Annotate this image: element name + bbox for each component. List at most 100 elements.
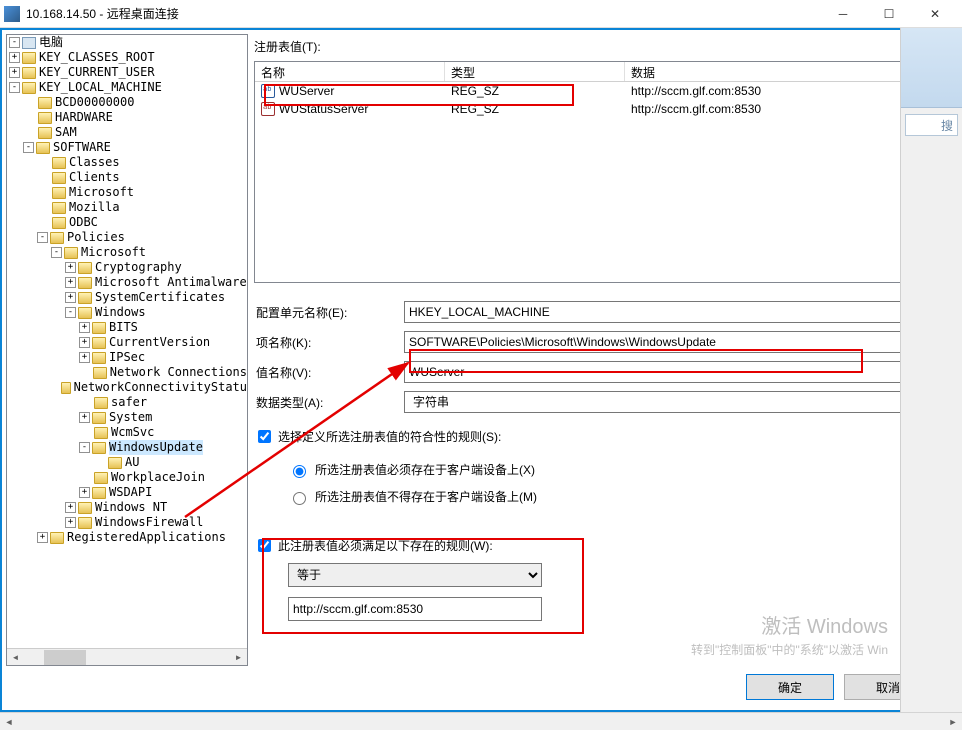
ok-button[interactable]: 确定	[746, 674, 834, 700]
radio-must-exist[interactable]	[293, 465, 306, 478]
tree-item[interactable]: Clients	[7, 170, 247, 185]
tree-item-label: WcmSvc	[111, 425, 154, 440]
tree-item-label: SystemCertificates	[95, 290, 225, 305]
key-field[interactable]	[404, 331, 956, 353]
scroll-thumb[interactable]	[44, 650, 86, 665]
registry-tree[interactable]: -电脑+KEY_CLASSES_ROOT+KEY_CURRENT_USER-KE…	[7, 35, 247, 648]
maximize-button[interactable]: ☐	[866, 0, 912, 28]
tree-item[interactable]: WorkplaceJoin	[7, 470, 247, 485]
tree-item[interactable]: -KEY_LOCAL_MACHINE	[7, 80, 247, 95]
tree-item[interactable]: AU	[7, 455, 247, 470]
tree-item[interactable]: +RegisteredApplications	[7, 530, 247, 545]
tree-item[interactable]: + Microsoft Antimalware	[7, 275, 247, 290]
tree-item[interactable]: BCD00000000	[7, 95, 247, 110]
tree-item[interactable]: +System	[7, 410, 247, 425]
collapse-icon[interactable]: -	[65, 307, 76, 318]
folder-icon	[92, 412, 106, 424]
tree-item[interactable]: +WSDAPI	[7, 485, 247, 500]
tree-item[interactable]: HARDWARE	[7, 110, 247, 125]
datatype-label: 数据类型(A):	[254, 394, 404, 411]
tree-item[interactable]: SAM	[7, 125, 247, 140]
tree-item[interactable]: NetworkConnectivityStatu	[7, 380, 247, 395]
tree-item[interactable]: Classes	[7, 155, 247, 170]
compliance-checkbox[interactable]	[258, 430, 271, 443]
close-button[interactable]: ✕	[912, 0, 958, 28]
tree-item[interactable]: -Windows	[7, 305, 247, 320]
expand-icon[interactable]: +	[79, 322, 90, 333]
tree-item[interactable]: +Windows NT	[7, 500, 247, 515]
cell-name: WUStatusServer	[279, 102, 368, 116]
radio-must-not-exist[interactable]	[293, 492, 306, 505]
expand-icon[interactable]: +	[65, 277, 76, 288]
tree-item[interactable]: +KEY_CURRENT_USER	[7, 65, 247, 80]
expand-icon[interactable]: +	[79, 337, 90, 348]
col-name[interactable]: 名称	[255, 62, 445, 81]
expand-icon[interactable]: +	[65, 502, 76, 513]
tree-item[interactable]: +IPSec	[7, 350, 247, 365]
collapse-icon[interactable]: -	[9, 82, 20, 93]
expand-icon[interactable]: +	[79, 487, 90, 498]
tree-item[interactable]: Network Connections	[7, 365, 247, 380]
folder-icon	[52, 217, 66, 229]
tree-item[interactable]: +BITS	[7, 320, 247, 335]
expand-icon[interactable]: +	[79, 412, 90, 423]
hive-field[interactable]	[404, 301, 956, 323]
tree-item[interactable]: +Cryptography	[7, 260, 247, 275]
rule-label: 此注册表值必须满足以下存在的规则(W):	[278, 537, 493, 554]
tree-item[interactable]: safer	[7, 395, 247, 410]
expand-icon[interactable]: +	[65, 517, 76, 528]
tree-item[interactable]: WcmSvc	[7, 425, 247, 440]
tree-item-label: Microsoft Antimalware	[95, 275, 247, 290]
outer-scroll-left-icon[interactable]: ◄	[0, 714, 18, 730]
tree-item[interactable]: Mozilla	[7, 200, 247, 215]
tree-item[interactable]: +WindowsFirewall	[7, 515, 247, 530]
tree-item-label: BCD00000000	[55, 95, 134, 110]
rule-operator-select[interactable]: 等于	[288, 563, 542, 587]
tree-item[interactable]: +CurrentVersion	[7, 335, 247, 350]
tree-item[interactable]: ODBC	[7, 215, 247, 230]
tree-item[interactable]: -Policies	[7, 230, 247, 245]
scroll-right-icon[interactable]: ►	[230, 650, 247, 665]
background-search[interactable]: 搜	[905, 114, 958, 136]
tree-item-label: Mozilla	[69, 200, 120, 215]
collapse-icon[interactable]: -	[79, 442, 90, 453]
tree-item-label: ODBC	[69, 215, 98, 230]
collapse-icon[interactable]: -	[9, 37, 20, 48]
tree-item[interactable]: -电脑	[7, 35, 247, 50]
expand-icon[interactable]: +	[65, 292, 76, 303]
tree-item-label: HARDWARE	[55, 110, 113, 125]
tree-item[interactable]: +KEY_CLASSES_ROOT	[7, 50, 247, 65]
expand-icon[interactable]: +	[37, 532, 48, 543]
titlebar: 10.168.14.50 - 远程桌面连接 ─ ☐ ✕	[0, 0, 962, 28]
collapse-icon[interactable]: -	[37, 232, 48, 243]
field-grid: 配置单元名称(E): 项名称(K): 值名称(V): 数据类型(A): 字符串	[254, 301, 956, 413]
expand-icon[interactable]: +	[9, 67, 20, 78]
list-row[interactable]: WUServerREG_SZhttp://sccm.glf.com:8530	[255, 82, 955, 100]
tree-horizontal-scrollbar[interactable]: ◄ ►	[7, 648, 247, 665]
expand-icon[interactable]: +	[79, 352, 90, 363]
expand-icon[interactable]: +	[65, 262, 76, 273]
tree-item[interactable]: + SystemCertificates	[7, 290, 247, 305]
outer-scroll-right-icon[interactable]: ►	[944, 714, 962, 730]
minimize-button[interactable]: ─	[820, 0, 866, 28]
list-row[interactable]: WUStatusServerREG_SZhttp://sccm.glf.com:…	[255, 100, 955, 118]
scroll-left-icon[interactable]: ◄	[7, 650, 24, 665]
col-type[interactable]: 类型	[445, 62, 625, 81]
outer-horizontal-scrollbar[interactable]: ◄ ►	[0, 712, 962, 730]
collapse-icon[interactable]: -	[23, 142, 34, 153]
tree-item[interactable]: -SOFTWARE	[7, 140, 247, 155]
rule-value-input[interactable]	[288, 597, 542, 621]
expand-icon[interactable]: +	[9, 52, 20, 63]
rule-checkbox[interactable]	[258, 539, 271, 552]
folder-icon	[108, 457, 122, 469]
tree-item[interactable]: -WindowsUpdate	[7, 440, 247, 455]
datatype-select[interactable]: 字符串	[404, 391, 956, 413]
window-title: 10.168.14.50 - 远程桌面连接	[26, 5, 179, 22]
tree-item[interactable]: Microsoft	[7, 185, 247, 200]
folder-icon	[94, 472, 108, 484]
folder-icon	[22, 67, 36, 79]
value-field[interactable]	[404, 361, 956, 383]
tree-item[interactable]: -Microsoft	[7, 245, 247, 260]
collapse-icon[interactable]: -	[51, 247, 62, 258]
registry-value-list[interactable]: 名称 类型 数据 WUServerREG_SZhttp://sccm.glf.c…	[254, 61, 956, 283]
